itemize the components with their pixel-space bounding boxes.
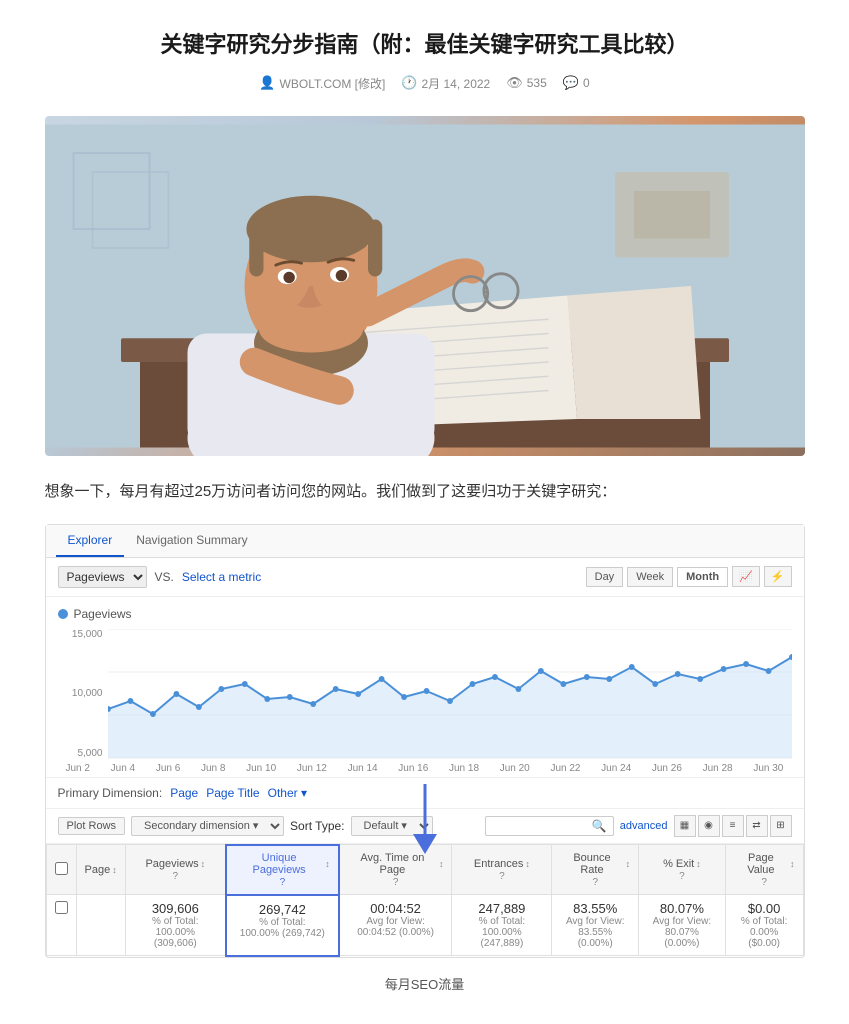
meta-date: 🕐 2月 14, 2022 [401, 75, 490, 92]
toolbar-right: Day Week Month 📈 ⚡ [586, 566, 792, 587]
primary-dim-label: Primary Dimension: [58, 786, 163, 800]
arrow-container [405, 784, 445, 857]
meta-author: 👤 WBOLT.COM [修改] [259, 75, 385, 92]
select-all-checkbox[interactable] [55, 862, 68, 875]
x-label: Jun 18 [449, 763, 479, 774]
x-label: Jun 14 [348, 763, 378, 774]
td-pageviews: 309,606 % of Total:100.00% (309,606) [125, 895, 226, 956]
th-page-value[interactable]: Page Value ↕ ? [725, 845, 803, 895]
row-checkbox[interactable] [55, 901, 68, 914]
y-label-2: 10,000 [58, 688, 103, 699]
td-checkbox[interactable] [46, 895, 76, 956]
advanced-link[interactable]: advanced [620, 820, 668, 832]
th-page[interactable]: Page ↕ [76, 845, 125, 895]
x-label: Jun 30 [753, 763, 783, 774]
dim-other-link[interactable]: Other ▾ [268, 786, 307, 800]
table-row: 309,606 % of Total:100.00% (309,606) 269… [46, 895, 803, 956]
th-checkbox[interactable] [46, 845, 76, 895]
filter-right: 🔍 advanced ▦ ◉ ≡ ⇄ ⊞ [485, 815, 792, 837]
sort-type-label: Sort Type: [290, 819, 344, 833]
x-label: Jun 6 [156, 763, 180, 774]
th-entrances[interactable]: Entrances ↕ ? [452, 845, 552, 895]
x-label: Jun 26 [652, 763, 682, 774]
clock-icon: 🕐 [401, 75, 417, 91]
chart-area: Pageviews 15,000 10,000 5,000 [46, 597, 804, 777]
vs-label: VS. [155, 570, 174, 584]
search-box[interactable]: 🔍 [485, 816, 614, 836]
x-label: Jun 12 [297, 763, 327, 774]
y-label-3: 5,000 [58, 748, 103, 759]
x-label: Jun 24 [601, 763, 631, 774]
td-unique-pageviews: 269,742 % of Total:100.00% (269,742) [226, 895, 339, 956]
chart-x-labels: Jun 2 Jun 4 Jun 6 Jun 8 Jun 10 Jun 12 Ju… [58, 759, 792, 778]
custom-view-button[interactable]: ⊞ [770, 815, 792, 837]
scatter-chart-button[interactable]: ⚡ [764, 566, 792, 587]
td-avg-time: 00:04:52 Avg for View:00:04:52 (0.00%) [339, 895, 452, 956]
x-label: Jun 28 [703, 763, 733, 774]
y-axis-labels: 15,000 10,000 5,000 [58, 629, 103, 759]
chart-container: 15,000 10,000 5,000 [58, 629, 792, 759]
x-label: Jun 2 [66, 763, 90, 774]
td-entrances: 247,889 % of Total:100.00% (247,889) [452, 895, 552, 956]
td-page-value: $0.00 % of Total:0.00% ($0.00) [725, 895, 803, 956]
icon-buttons: ▦ ◉ ≡ ⇄ ⊞ [674, 815, 792, 837]
post-meta: 👤 WBOLT.COM [修改] 🕐 2月 14, 2022 👁 535 💬 0 [45, 75, 805, 92]
x-label: Jun 4 [111, 763, 135, 774]
toolbar-left: Pageviews VS. Select a metric [58, 566, 262, 588]
meta-views: 👁 535 [506, 75, 547, 91]
secondary-dimension-select[interactable]: Secondary dimension ▾ [131, 816, 284, 836]
table-view-button[interactable]: ▦ [674, 815, 696, 837]
week-button[interactable]: Week [627, 567, 673, 587]
post-title: 关键字研究分步指南（附：最佳关键字研究工具比较） [45, 30, 805, 61]
select-metric-link[interactable]: Select a metric [182, 570, 261, 584]
th-pageviews[interactable]: Pageviews ↕ ? [125, 845, 226, 895]
data-table: Page ↕ Pageviews ↕ ? Unique Pageviews ↕ … [46, 844, 804, 957]
page-wrapper: 关键字研究分步指南（附：最佳关键字研究工具比较） 👤 WBOLT.COM [修改… [25, 0, 825, 1023]
analytics-tabs: Explorer Navigation Summary [46, 525, 804, 558]
x-label: Jun 20 [500, 763, 530, 774]
x-label: Jun 22 [550, 763, 580, 774]
bar-view-button[interactable]: ≡ [722, 815, 744, 837]
pie-view-button[interactable]: ◉ [698, 815, 720, 837]
comment-icon: 💬 [563, 75, 579, 91]
analytics-panel: Explorer Navigation Summary Pageviews VS… [45, 524, 805, 958]
tab-explorer[interactable]: Explorer [56, 525, 125, 557]
pivot-view-button[interactable]: ⇄ [746, 815, 768, 837]
month-button[interactable]: Month [677, 567, 728, 587]
plot-rows-button[interactable]: Plot Rows [58, 817, 126, 835]
chart-svg-wrapper [108, 629, 792, 759]
day-button[interactable]: Day [586, 567, 624, 587]
line-chart-button[interactable]: 📈 [732, 566, 760, 587]
td-page [76, 895, 125, 956]
x-label: Jun 10 [246, 763, 276, 774]
dim-page-title-link[interactable]: Page Title [206, 786, 259, 800]
search-input[interactable] [492, 820, 592, 832]
x-label: Jun 16 [398, 763, 428, 774]
dim-page-link[interactable]: Page [170, 786, 198, 800]
td-bounce-rate: 83.55% Avg for View:83.55% (0.00%) [552, 895, 639, 956]
th-exit[interactable]: % Exit ↕ ? [639, 845, 726, 895]
chart-legend: Pageviews [58, 607, 792, 621]
pageviews-select[interactable]: Pageviews [58, 566, 147, 588]
author-icon: 👤 [259, 75, 275, 91]
th-unique-pageviews[interactable]: Unique Pageviews ↕ ? [226, 845, 339, 895]
eye-icon: 👁 [506, 75, 523, 91]
tab-navigation-summary[interactable]: Navigation Summary [124, 525, 259, 557]
filter-left: Plot Rows Secondary dimension ▾ Sort Typ… [58, 816, 433, 836]
monthly-label: 每月SEO流量 [45, 974, 805, 993]
th-page-sort: Page ↕ [85, 864, 117, 876]
analytics-toolbar: Pageviews VS. Select a metric Day Week M… [46, 558, 804, 597]
meta-comments: 💬 0 [563, 75, 590, 91]
td-exit: 80.07% Avg for View:80.07% (0.00%) [639, 895, 726, 956]
x-label: Jun 8 [201, 763, 225, 774]
hero-image [45, 116, 805, 456]
y-label-1: 15,000 [58, 629, 103, 640]
search-icon: 🔍 [592, 819, 607, 833]
legend-label: Pageviews [74, 607, 132, 621]
th-bounce-rate[interactable]: Bounce Rate ↕ ? [552, 845, 639, 895]
legend-dot [58, 609, 68, 619]
table-wrapper: Page ↕ Pageviews ↕ ? Unique Pageviews ↕ … [46, 844, 804, 957]
intro-text: 想象一下，每月有超过25万访问者访问您的网站。我们做到了这要归功于关键字研究： [45, 480, 805, 504]
